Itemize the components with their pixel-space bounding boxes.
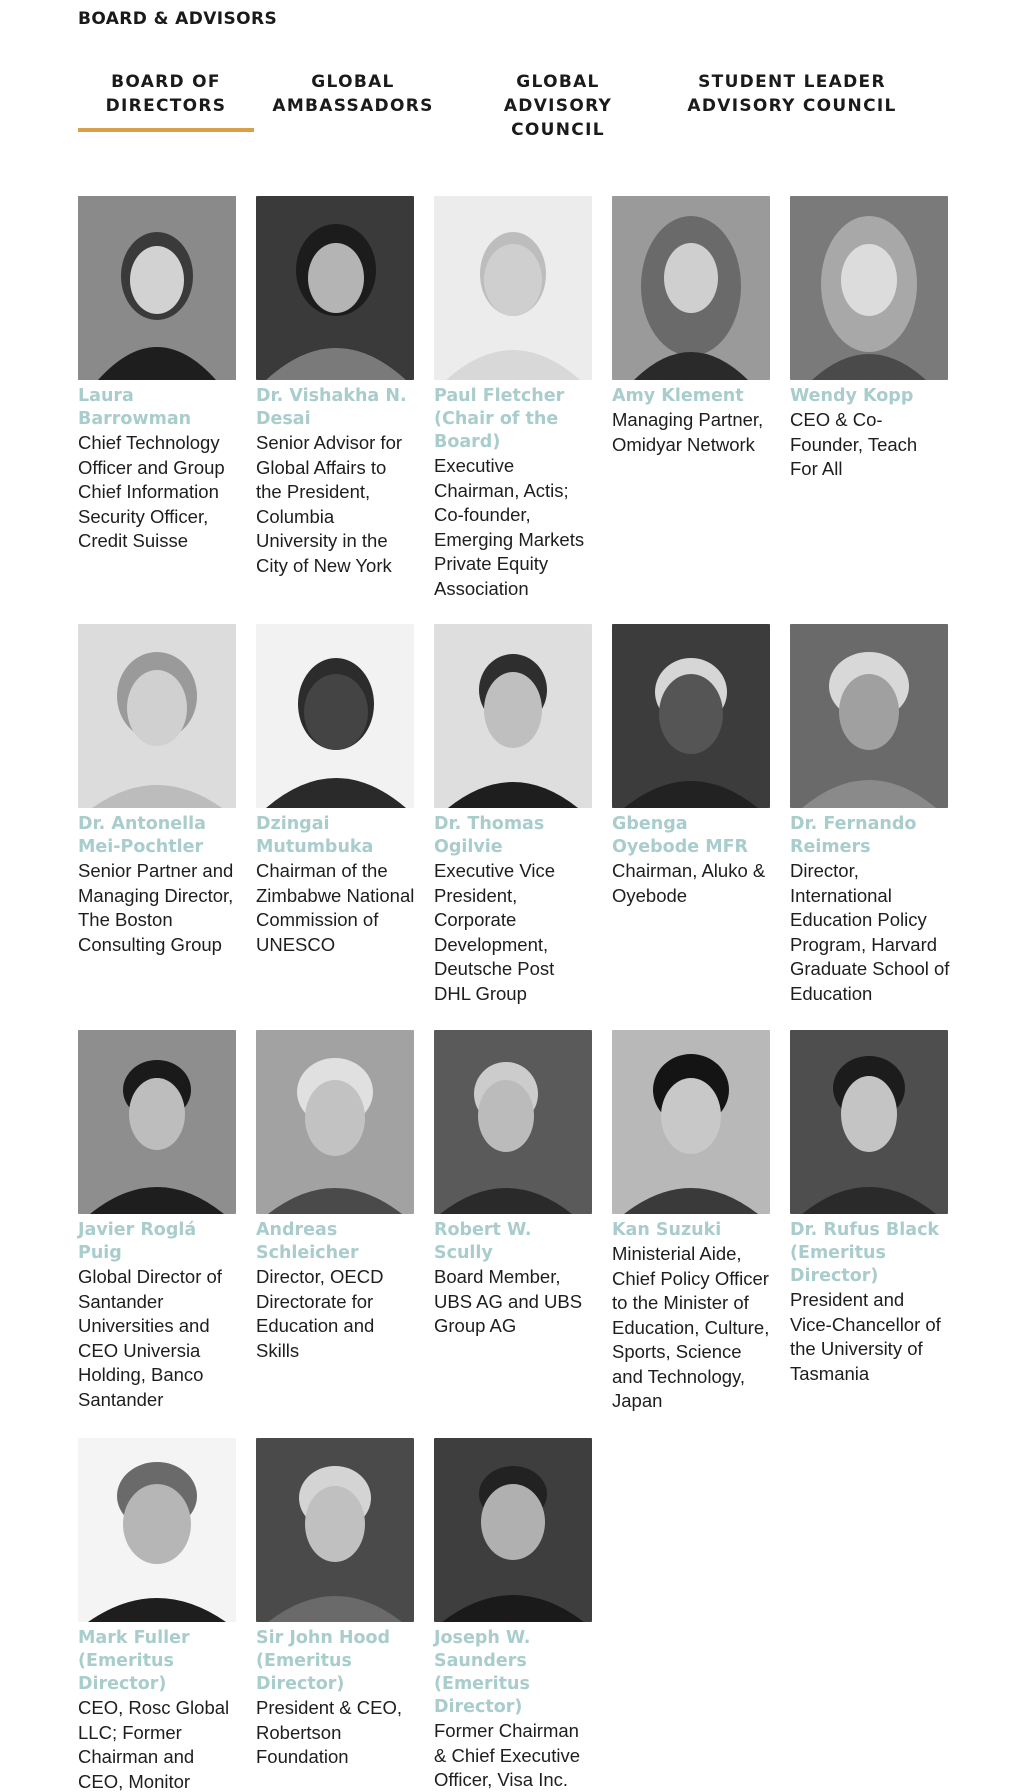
- portrait-photo: [256, 196, 414, 380]
- person-name: Laura Barrowman: [78, 386, 192, 429]
- tab-label-line: DIRECTORS: [105, 96, 227, 116]
- person-title: Managing Partner, Omidyar Network: [612, 409, 764, 455]
- portrait-photo: [434, 1438, 592, 1622]
- person-card[interactable]: Amy Klement Managing Partner, Omidyar Ne…: [612, 196, 772, 457]
- person-name: Dzingai Mutumbuka: [256, 814, 374, 857]
- person-name: Sir John Hood (Emeritus Director): [256, 1628, 391, 1694]
- person-name: Paul Fletcher (Chair of the Board): [434, 386, 565, 452]
- person-title: Chairman, Aluko & Oyebode: [612, 860, 766, 906]
- portrait-photo: [256, 1030, 414, 1214]
- person-card[interactable]: Sir John Hood (Emeritus Director) Presid…: [256, 1438, 416, 1770]
- section-title: BOARD & ADVISORS: [78, 9, 278, 29]
- person-card[interactable]: Dr. Vishakha N. Desai Senior Advisor for…: [256, 196, 416, 578]
- person-card[interactable]: Paul Fletcher (Chair of the Board) Execu…: [434, 196, 594, 601]
- tab-label-line: GLOBAL: [516, 72, 600, 92]
- portrait-photo: [612, 196, 770, 380]
- person-title: Global Director of Santander Universitie…: [78, 1266, 222, 1410]
- tab-label-line: ADVISORY: [503, 96, 613, 116]
- person-card[interactable]: Mark Fuller (Emeritus Director) CEO, Ros…: [78, 1438, 238, 1792]
- person-name: Dr. Fernando Reimers: [790, 814, 917, 857]
- person-card[interactable]: Dr. Fernando Reimers Director, Internati…: [790, 624, 950, 1006]
- tab-label-line: ADVISORY COUNCIL: [687, 96, 897, 116]
- portrait-photo: [434, 1030, 592, 1214]
- tab-label-line: BOARD OF: [111, 72, 221, 92]
- portrait-photo: [78, 1438, 236, 1622]
- person-card[interactable]: Dzingai Mutumbuka Chairman of the Zimbab…: [256, 624, 416, 957]
- person-card[interactable]: Kan Suzuki Ministerial Aide, Chief Polic…: [612, 1030, 772, 1414]
- person-title: President and Vice-Chancellor of the Uni…: [790, 1289, 941, 1384]
- tab-label-line: STUDENT LEADER: [698, 72, 886, 92]
- person-name: Dr. Vishakha N. Desai: [256, 386, 407, 429]
- person-title: Senior Advisor for Global Affairs to the…: [256, 432, 403, 576]
- person-name: Amy Klement: [612, 386, 744, 406]
- tab-student-leader-advisory-council[interactable]: STUDENT LEADER ADVISORY COUNCIL: [672, 70, 912, 118]
- person-name: Dr. Thomas Ogilvie: [434, 814, 545, 857]
- person-card[interactable]: Laura Barrowman Chief Technology Officer…: [78, 196, 238, 554]
- person-title: CEO, Rosc Global LLC; Former Chairman an…: [78, 1697, 230, 1792]
- person-title: Director, International Education Policy…: [790, 860, 950, 1004]
- portrait-photo: [256, 624, 414, 808]
- portrait-photo: [434, 624, 592, 808]
- portrait-photo: [790, 1030, 948, 1214]
- portrait-photo: [434, 196, 592, 380]
- person-title: Board Member, UBS AG and UBS Group AG: [434, 1266, 583, 1336]
- person-card[interactable]: Wendy Kopp CEO & Co-Founder, Teach For A…: [790, 196, 950, 482]
- person-card[interactable]: Andreas Schleicher Director, OECD Direct…: [256, 1030, 416, 1363]
- portrait-photo: [78, 1030, 236, 1214]
- person-card[interactable]: Joseph W. Saunders (Emeritus Director) F…: [434, 1438, 594, 1792]
- person-title: Chief Technology Officer and Group Chief…: [78, 432, 225, 551]
- tab-board-of-directors[interactable]: BOARD OF DIRECTORS: [78, 70, 254, 132]
- tab-label-line: GLOBAL: [311, 72, 395, 92]
- person-name: Javier Roglá Puig: [78, 1220, 197, 1263]
- person-name: Joseph W. Saunders (Emeritus Director): [434, 1628, 531, 1717]
- tab-label-line: AMBASSADORS: [272, 96, 434, 116]
- person-name: Dr. Antonella Mei-Pochtler: [78, 814, 206, 857]
- person-title: Chairman of the Zimbabwe National Commis…: [256, 860, 415, 955]
- person-title: CEO & Co-Founder, Teach For All: [790, 409, 918, 479]
- person-title: Senior Partner and Managing Director, Th…: [78, 860, 234, 955]
- portrait-photo: [78, 196, 236, 380]
- person-name: Andreas Schleicher: [256, 1220, 359, 1263]
- person-card[interactable]: Dr. Rufus Black (Emeritus Director) Pres…: [790, 1030, 950, 1386]
- tab-global-advisory-council[interactable]: GLOBAL ADVISORY COUNCIL: [478, 70, 638, 142]
- person-title: Executive Vice President, Corporate Deve…: [434, 860, 555, 1004]
- person-card[interactable]: Dr. Thomas Ogilvie Executive Vice Presid…: [434, 624, 594, 1006]
- person-card[interactable]: Robert W. Scully Board Member, UBS AG an…: [434, 1030, 594, 1339]
- person-title: Ministerial Aide, Chief Policy Officer t…: [612, 1243, 770, 1411]
- person-card[interactable]: Dr. Antonella Mei-Pochtler Senior Partne…: [78, 624, 238, 957]
- portrait-photo: [256, 1438, 414, 1622]
- person-name: Dr. Rufus Black (Emeritus Director): [790, 1220, 940, 1286]
- board-page: BOARD & ADVISORS BOARD OF DIRECTORS GLOB…: [0, 0, 1024, 1792]
- tab-label-line: COUNCIL: [511, 120, 605, 140]
- person-name: Kan Suzuki: [612, 1220, 722, 1240]
- person-card[interactable]: Gbenga Oyebode MFR Chairman, Aluko & Oye…: [612, 624, 772, 908]
- person-title: President & CEO, Robertson Foundation: [256, 1697, 403, 1767]
- person-name: Mark Fuller (Emeritus Director): [78, 1628, 190, 1694]
- tab-global-ambassadors[interactable]: GLOBAL AMBASSADORS: [263, 70, 443, 118]
- portrait-photo: [790, 196, 948, 380]
- person-title: Former Chairman & Chief Executive Office…: [434, 1720, 581, 1790]
- portrait-photo: [790, 624, 948, 808]
- person-card[interactable]: Javier Roglá Puig Global Director of San…: [78, 1030, 238, 1412]
- portrait-photo: [78, 624, 236, 808]
- person-name: Robert W. Scully: [434, 1220, 532, 1263]
- person-name: Gbenga Oyebode MFR: [612, 814, 749, 857]
- person-name: Wendy Kopp: [790, 386, 914, 406]
- person-title: Executive Chairman, Actis; Co-founder, E…: [434, 455, 585, 599]
- portrait-photo: [612, 624, 770, 808]
- person-title: Director, OECD Directorate for Education…: [256, 1266, 384, 1361]
- portrait-photo: [612, 1030, 770, 1214]
